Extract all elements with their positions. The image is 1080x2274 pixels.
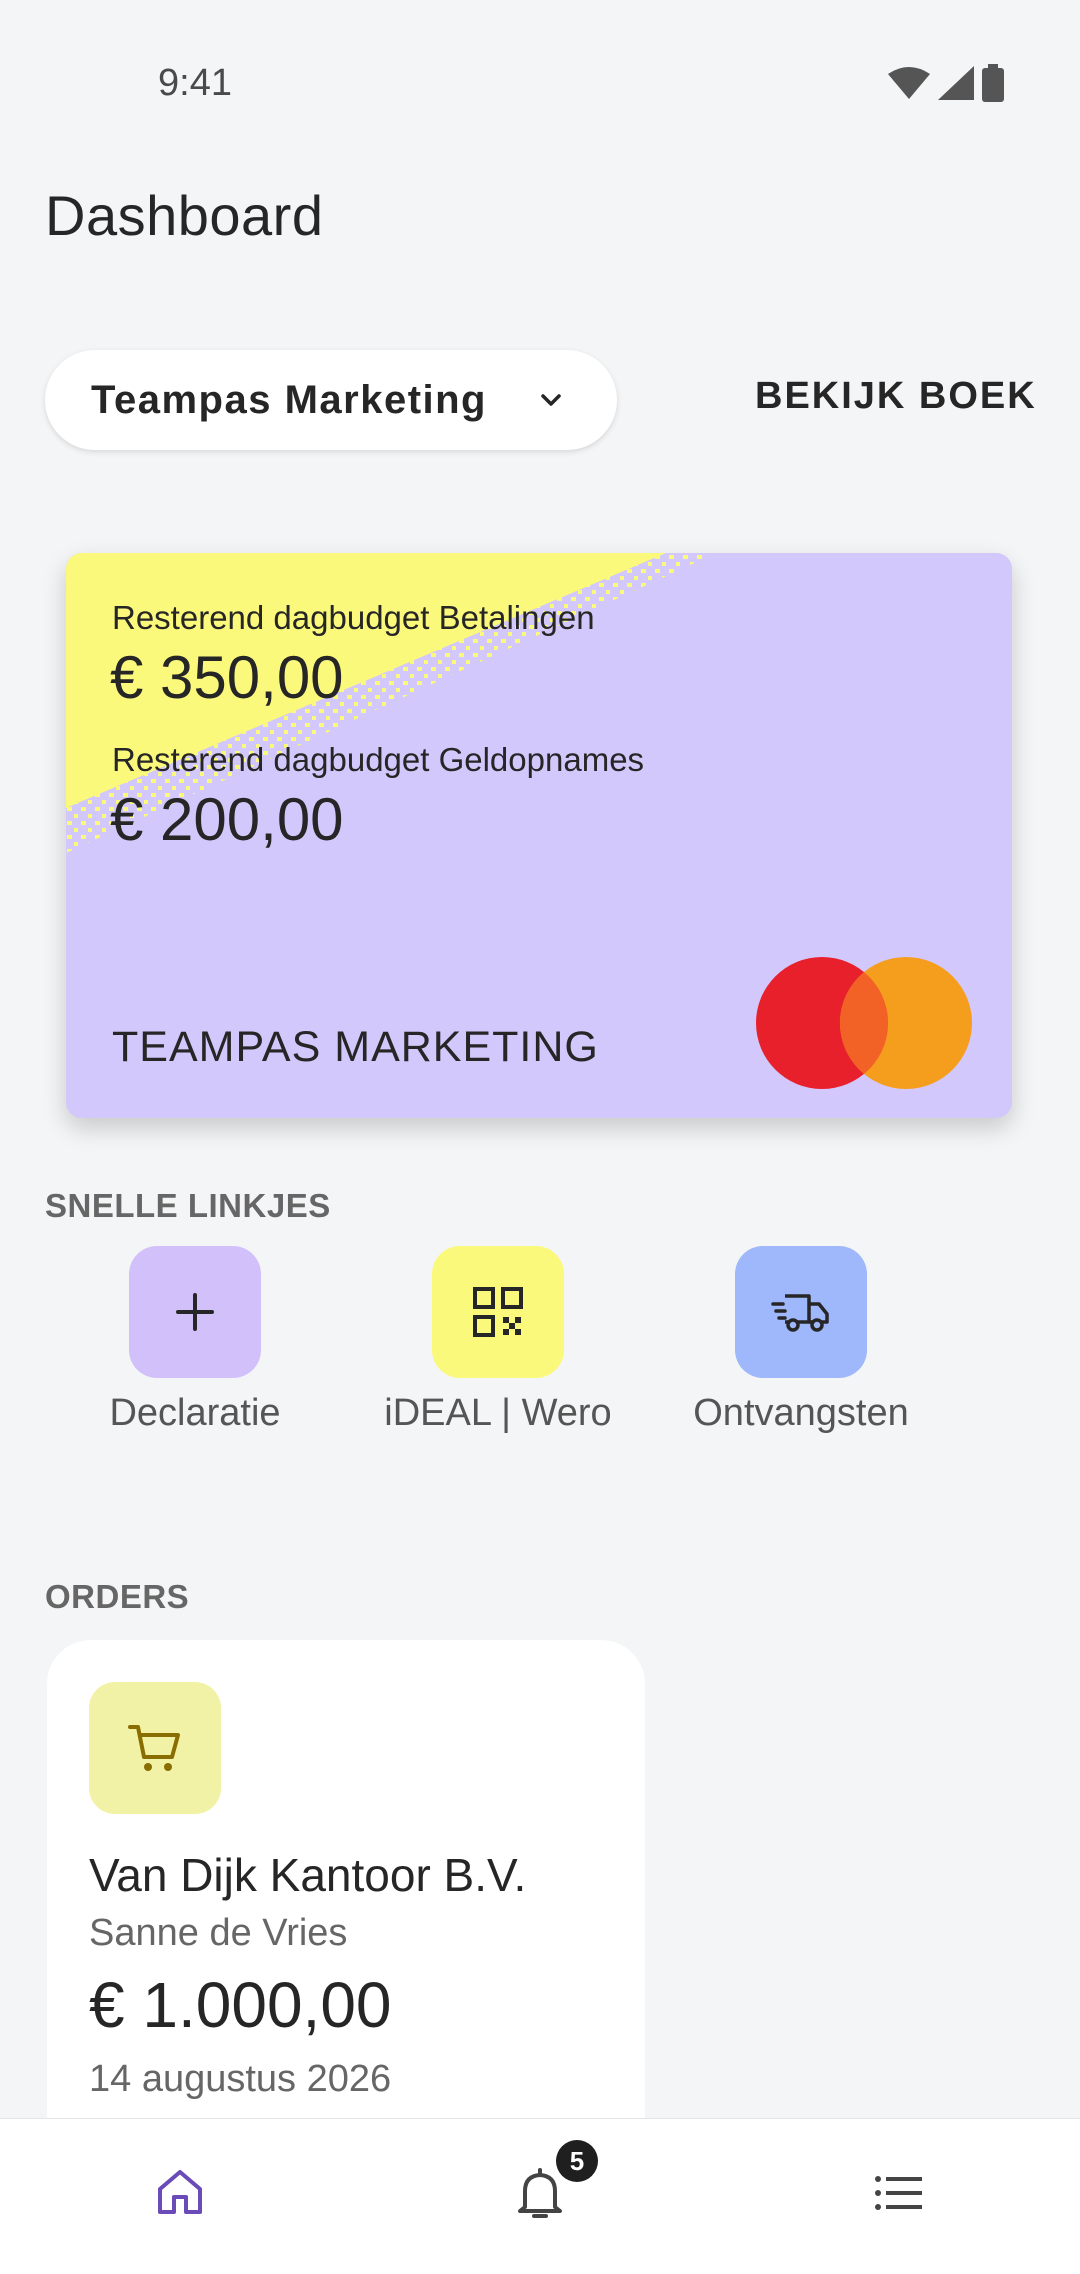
quick-link-ideal-wero[interactable]: iDEAL | Wero — [348, 1246, 648, 1435]
order-card[interactable]: Van Dijk Kantoor B.V. Sanne de Vries € 1… — [47, 1640, 645, 2140]
quick-link-tile — [432, 1246, 564, 1378]
battery-icon — [982, 64, 1004, 102]
notification-badge: 5 — [556, 2140, 598, 2182]
quick-link-label: Ontvangsten — [693, 1392, 909, 1434]
mastercard-logo-icon — [756, 957, 972, 1089]
status-icons — [888, 64, 1004, 102]
view-book-button[interactable]: BEKIJK BOEK — [755, 375, 1037, 418]
bell-icon — [518, 2168, 562, 2218]
orders-heading: ORDERS — [45, 1578, 190, 1615]
card-name: TEAMPAS MARKETING — [112, 1023, 599, 1071]
list-icon — [875, 2176, 922, 2210]
quick-link-label: Declaratie — [109, 1392, 281, 1434]
withdrawals-budget-label: Resterend dagbudget Geldopnames — [112, 741, 645, 778]
nav-menu[interactable] — [874, 2175, 924, 2216]
order-date: 14 augustus 2026 — [89, 2058, 392, 2100]
qr-code-icon — [473, 1287, 523, 1337]
order-vendor: Van Dijk Kantoor B.V. — [89, 1849, 527, 1901]
quick-link-label: iDEAL | Wero — [384, 1392, 612, 1434]
account-selector-label: Teampas Marketing — [91, 377, 487, 422]
quick-link-tile — [129, 1246, 261, 1378]
delivery-truck-icon — [771, 1294, 829, 1332]
order-icon-tile — [89, 1682, 221, 1814]
quick-link-tile — [735, 1246, 867, 1378]
withdrawals-budget-amount: € 200,00 — [110, 786, 344, 853]
chevron-down-icon — [541, 394, 561, 406]
page-title: Dashboard — [45, 184, 324, 247]
payments-budget-label: Resterend dagbudget Betalingen — [112, 599, 595, 636]
order-amount: € 1.000,00 — [89, 1969, 392, 2041]
home-icon — [158, 2170, 202, 2214]
order-person: Sanne de Vries — [89, 1912, 348, 1954]
nav-notifications[interactable] — [515, 2167, 565, 2226]
budget-card[interactable]: Resterend dagbudget Betalingen € 350,00 … — [66, 553, 1012, 1118]
quick-link-declaratie[interactable]: Declaratie — [45, 1246, 345, 1435]
plus-icon — [176, 1293, 214, 1331]
bottom-nav — [0, 2118, 1080, 2274]
payments-budget-amount: € 350,00 — [110, 644, 344, 711]
quick-link-ontvangsten[interactable]: Ontvangsten — [651, 1246, 951, 1435]
quick-links-heading: SNELLE LINKJES — [45, 1187, 331, 1224]
signal-icon — [938, 66, 974, 100]
shopping-cart-icon — [128, 1725, 180, 1771]
dashboard-screen: 9:41 Dashboard Teampas Marketing BEKIJK … — [0, 0, 1080, 2274]
wifi-icon — [888, 67, 930, 99]
account-selector[interactable]: Teampas Marketing — [45, 350, 617, 450]
nav-home[interactable] — [155, 2167, 205, 2222]
status-time: 9:41 — [158, 62, 232, 104]
